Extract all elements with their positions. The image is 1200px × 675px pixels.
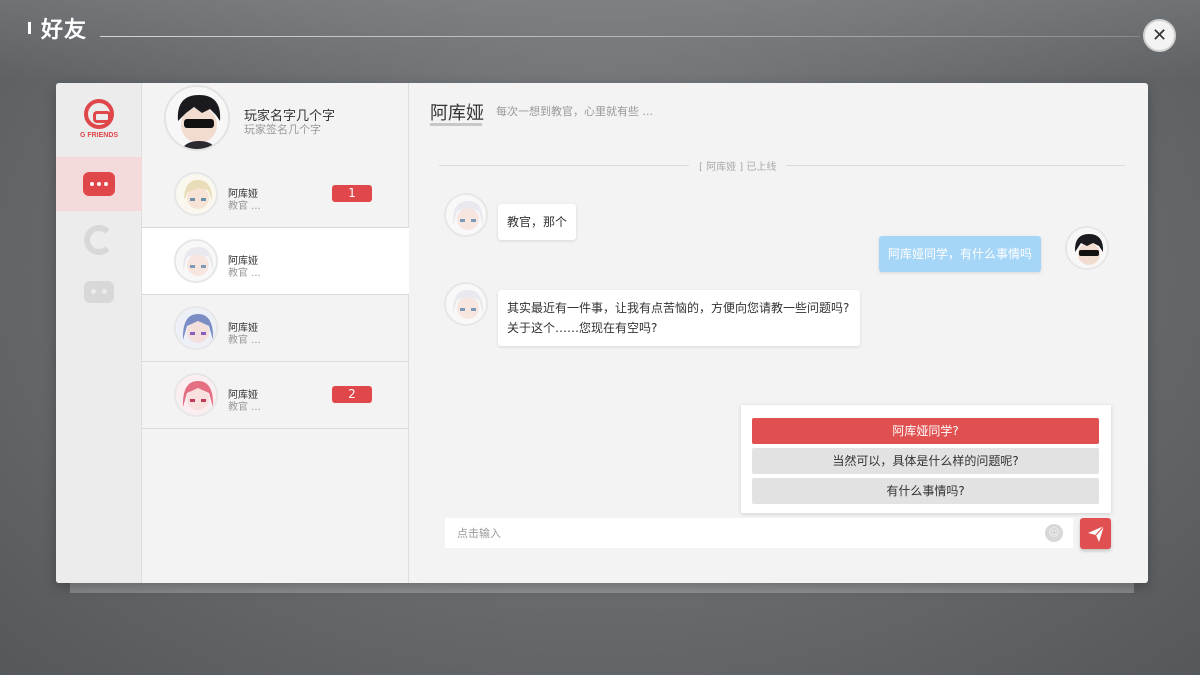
friend-preview: 教官 ... — [228, 268, 261, 279]
friend-avatar — [174, 373, 218, 417]
friend-item-selected[interactable]: 阿库娅 教官 ... — [142, 228, 409, 295]
chat-contact-name: 阿库娅 — [430, 103, 484, 124]
title-underline — [100, 36, 1140, 37]
online-status: [ 阿库娅 ] 已上线 — [689, 158, 787, 173]
robot-icon — [84, 281, 114, 303]
left-rail: G FRIENDS — [56, 83, 142, 583]
chat-name-underline — [430, 123, 482, 126]
rail-item-robot[interactable] — [56, 265, 142, 319]
message-text: 教官，那个 — [507, 215, 568, 229]
unread-badge: 2 — [332, 386, 372, 403]
friends-panel: G FRIENDS 玩家名字几个字 玩家签名几个字 阿库娅 教官 ... 1 阿… — [56, 83, 1148, 583]
friend-message-bubble: 教官，那个 — [498, 204, 577, 240]
friend-item[interactable]: 阿库娅 教官 ... — [142, 295, 409, 362]
friend-avatar — [174, 172, 218, 216]
message-text-line: 关于这个……您现在有空吗? — [507, 321, 658, 335]
friend-preview: 教官 ... — [228, 402, 261, 413]
rail-item-messages[interactable] — [56, 157, 142, 211]
friend-item[interactable]: 阿库娅 教官 ... 2 — [142, 362, 409, 429]
chat-area: 阿库娅 每次一想到教官，心里就有些 ... [ 阿库娅 ] 已上线 教官，那个 … — [409, 83, 1148, 583]
window-title: 好友 — [41, 18, 88, 43]
friend-list: 玩家名字几个字 玩家签名几个字 阿库娅 教官 ... 1 阿库娅 教官 ... … — [142, 83, 409, 583]
friend-avatar — [174, 239, 218, 283]
title-marker — [28, 22, 31, 34]
background-highlight — [0, 0, 1200, 80]
player-avatar[interactable] — [164, 85, 230, 151]
reply-choices: 阿库娅同学? 当然可以，具体是什么样的问题呢? 有什么事情吗? — [741, 405, 1111, 513]
message-input-box: ☺ — [445, 518, 1073, 548]
logo-text: G FRIENDS — [79, 132, 119, 139]
g-friends-logo: G FRIENDS — [76, 99, 122, 139]
friend-message-avatar[interactable] — [444, 282, 488, 326]
chat-bubble-icon — [83, 172, 115, 196]
message-input[interactable] — [445, 518, 1035, 548]
message-text: 阿库娅同学，有什么事情吗 — [888, 247, 1033, 261]
player-profile[interactable]: 玩家名字几个字 玩家签名几个字 — [142, 83, 409, 161]
reply-choice-2[interactable]: 当然可以，具体是什么样的问题呢? — [752, 448, 1099, 474]
close-button[interactable]: ✕ — [1143, 19, 1176, 52]
panel-base — [70, 583, 1134, 593]
unread-badge: 1 — [332, 185, 372, 202]
send-button[interactable] — [1080, 518, 1111, 549]
rail-item-circle[interactable] — [56, 213, 142, 267]
smiley-icon[interactable]: ☺ — [1045, 524, 1063, 542]
friend-message-avatar[interactable] — [444, 193, 488, 237]
friend-item[interactable]: 阿库娅 教官 ... 1 — [142, 161, 409, 228]
reply-choice-3[interactable]: 有什么事情吗? — [752, 478, 1099, 504]
message-text-line: 其实最近有一件事，让我有点苦恼的，方便向您请教一些问题吗? — [507, 301, 850, 315]
c-logo-icon — [84, 225, 114, 255]
friend-preview: 教官 ... — [228, 201, 261, 212]
player-signature: 玩家签名几个字 — [244, 123, 321, 136]
my-message-bubble: 阿库娅同学，有什么事情吗 — [879, 236, 1042, 272]
chat-contact-signature: 每次一想到教官，心里就有些 ... — [496, 105, 653, 118]
window-title-bar: 好友 — [28, 12, 87, 44]
friend-avatar — [174, 306, 218, 350]
logo-icon — [84, 99, 114, 129]
reply-choice-1[interactable]: 阿库娅同学? — [752, 418, 1099, 444]
friend-message-bubble: 其实最近有一件事，让我有点苦恼的，方便向您请教一些问题吗? 关于这个……您现在有… — [498, 290, 860, 346]
paper-plane-icon — [1087, 525, 1104, 542]
friend-preview: 教官 ... — [228, 335, 261, 346]
my-message-avatar[interactable] — [1065, 226, 1109, 270]
close-icon: ✕ — [1151, 25, 1168, 46]
